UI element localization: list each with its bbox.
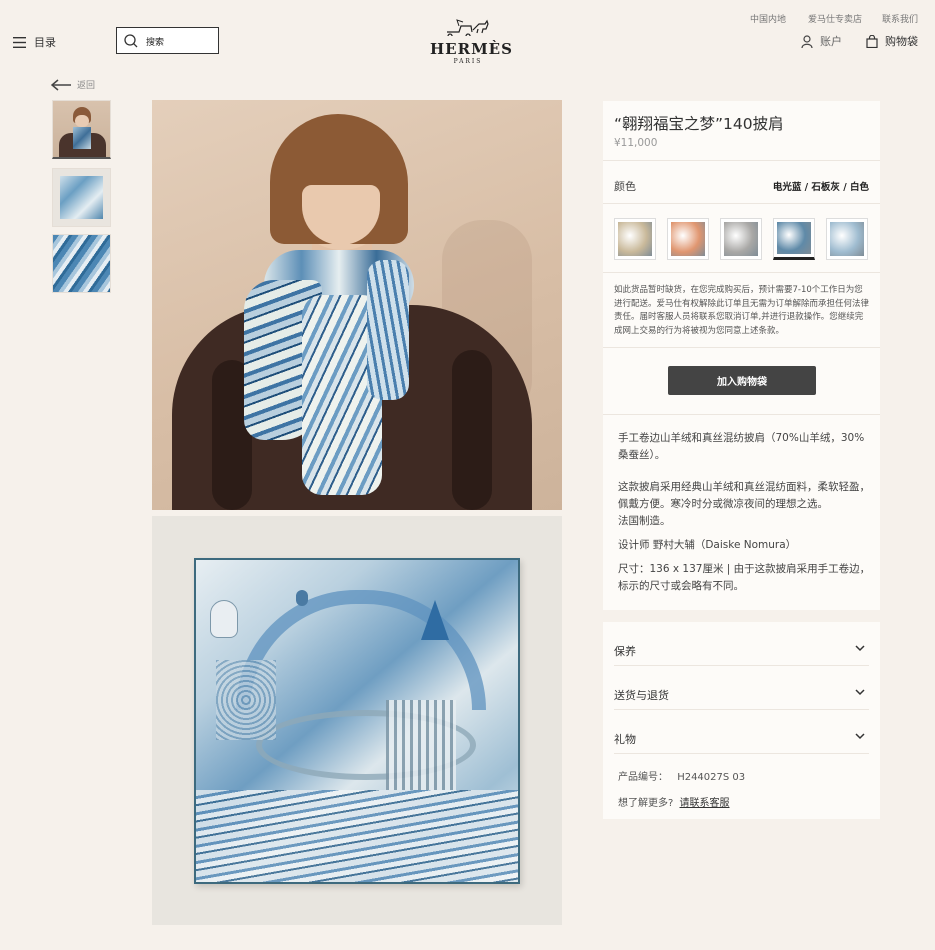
more-info-label: 想了解更多?: [618, 798, 674, 809]
contact-service-link[interactable]: 请联系客服: [680, 798, 730, 809]
divider: [614, 709, 869, 710]
swatch-fill: [671, 222, 705, 256]
description-designer: 设计师 野村大辅（Daiske Nomura）: [618, 539, 797, 551]
description-origin: 法国制造。: [618, 515, 671, 527]
user-icon: [801, 34, 813, 48]
color-label: 颜色: [614, 180, 636, 193]
description-detail: 这款披肩采用经典山羊绒和真丝混纺面料，柔软轻盈，佩戴方便。寒冷时分或微凉夜间的理…: [618, 481, 870, 510]
menu-button[interactable]: 目录: [13, 34, 56, 50]
accordion-gift[interactable]: 礼物: [614, 731, 869, 753]
swatch-3[interactable]: [720, 218, 762, 260]
bag-label: 购物袋: [885, 35, 918, 48]
product-code-value: H244027S 03: [677, 772, 746, 783]
product-code: 产品编号： H244027S 03: [618, 768, 745, 783]
product-code-label: 产品编号：: [618, 772, 668, 783]
swatch-2[interactable]: [667, 218, 709, 260]
divider: [603, 347, 880, 348]
accordion-shipping-label: 送货与退货: [614, 689, 669, 702]
contact-prompt: 想了解更多? 请联系客服: [618, 794, 730, 809]
divider: [603, 272, 880, 273]
account-label: 账户: [820, 35, 842, 48]
color-swatches: [614, 218, 868, 260]
thumbnail-detail[interactable]: [52, 234, 111, 293]
add-to-bag-button[interactable]: 加入购物袋: [668, 366, 816, 395]
search-input[interactable]: 搜索: [116, 27, 219, 54]
product-description: 手工卷边山羊绒和真丝混纺披肩（70%山羊绒，30%桑蚕丝）。 这款披肩采用经典山…: [618, 430, 872, 595]
divider: [603, 203, 880, 204]
shopping-bag-button[interactable]: 购物袋: [866, 33, 918, 49]
hamburger-icon: [13, 36, 26, 48]
description-size: 尺寸：136 x 137厘米 | 由于这款披肩采用手工卷边，标示的尺寸或会略有不…: [618, 563, 871, 592]
menu-label: 目录: [34, 36, 56, 49]
logo-subtext: PARIS: [453, 58, 483, 65]
region-link[interactable]: 中国内地: [750, 7, 786, 26]
bag-icon: [866, 34, 878, 48]
swatch-5[interactable]: [826, 218, 868, 260]
chevron-down-icon: [855, 733, 865, 740]
swatch-fill: [777, 222, 811, 254]
stores-link[interactable]: 爱马仕专卖店: [808, 7, 862, 26]
account-button[interactable]: 账户: [801, 33, 842, 49]
product-title: “翱翔福宝之梦”140披肩: [614, 115, 784, 133]
back-label: 返回: [77, 81, 96, 91]
divider: [603, 414, 880, 415]
logo-text: HERMÈS: [430, 40, 513, 58]
swatch-1[interactable]: [614, 218, 656, 260]
stock-notice: 如此货品暂时缺货，在您完成购买后，预计需要7-10个工作日为您进行配送。爱马仕有…: [614, 285, 870, 336]
hermes-logo[interactable]: HERMÈS PARIS: [430, 18, 513, 65]
divider: [614, 665, 869, 666]
thumbnail-model[interactable]: [52, 100, 111, 159]
chevron-down-icon: [855, 645, 865, 652]
swatch-4[interactable]: [773, 218, 815, 260]
swatch-fill: [724, 222, 758, 256]
carriage-icon: [447, 19, 489, 39]
divider: [603, 160, 880, 161]
swatch-fill: [618, 222, 652, 256]
accordion-shipping[interactable]: 送货与退货: [614, 687, 869, 709]
accordion-care-label: 保养: [614, 645, 636, 658]
product-price: ¥11,000: [614, 137, 658, 149]
color-value: 电光蓝 / 石板灰 / 白色: [772, 182, 869, 193]
search-placeholder: 搜索: [146, 38, 165, 48]
back-button[interactable]: 返回: [51, 78, 95, 91]
description-material: 手工卷边山羊绒和真丝混纺披肩（70%山羊绒，30%桑蚕丝）。: [618, 432, 865, 461]
product-image-model: [152, 100, 562, 510]
arrow-left-icon: [51, 78, 71, 91]
swatch-fill: [830, 222, 864, 256]
accordion-care[interactable]: 保养: [614, 643, 869, 665]
divider: [614, 753, 869, 754]
chevron-down-icon: [855, 689, 865, 696]
contact-link[interactable]: 联系我们: [882, 7, 918, 26]
thumbnail-flat[interactable]: [52, 168, 111, 227]
add-to-bag-label: 加入购物袋: [717, 377, 767, 388]
accordion-gift-label: 礼物: [614, 733, 636, 746]
product-image-flat: [152, 516, 562, 925]
search-icon: [124, 34, 138, 48]
